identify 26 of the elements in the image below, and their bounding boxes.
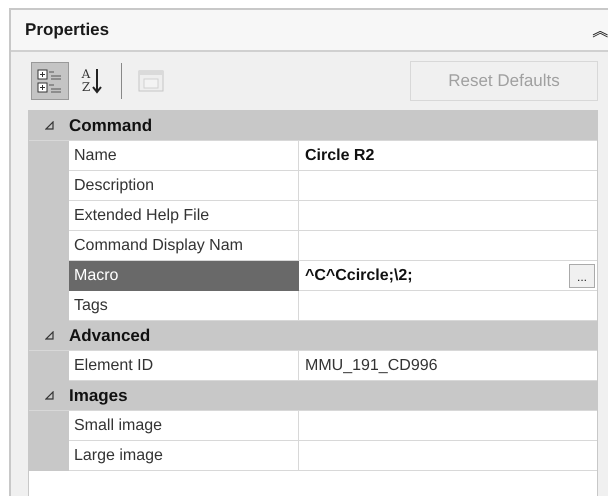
- property-value[interactable]: MMU_191_CD996: [305, 354, 438, 378]
- property-value[interactable]: ^C^Ccircle;\2;: [305, 264, 413, 288]
- category-label: Advanced: [69, 324, 150, 347]
- property-name-cell[interactable]: Element ID: [69, 351, 299, 381]
- expander-icon[interactable]: [42, 391, 56, 400]
- sort-az-button[interactable]: A Z: [73, 62, 111, 100]
- sort-letter: Z: [82, 81, 90, 94]
- category-label: Command: [69, 114, 152, 137]
- browse-button[interactable]: ...: [569, 264, 595, 288]
- expander-icon[interactable]: [42, 331, 56, 340]
- down-arrow-icon: [92, 68, 102, 94]
- collapse-button[interactable]: ︽: [592, 21, 608, 39]
- property-value[interactable]: Circle R2: [305, 144, 374, 168]
- property-name-cell[interactable]: Command Display Nam: [69, 231, 299, 261]
- property-name-cell[interactable]: Macro: [69, 261, 299, 291]
- property-name-cell[interactable]: Name: [69, 141, 299, 171]
- property-name-cell[interactable]: Small image: [69, 411, 299, 441]
- property-name-cell[interactable]: Description: [69, 171, 299, 201]
- category-label: Images: [69, 384, 128, 407]
- panel-title: Properties: [25, 19, 110, 42]
- property-name-cell[interactable]: Extended Help File: [69, 201, 299, 231]
- property-name-cell[interactable]: Large image: [69, 441, 299, 471]
- categorized-view-button[interactable]: [31, 62, 69, 100]
- property-name-cell[interactable]: Tags: [69, 291, 299, 321]
- sort-letter: A: [82, 68, 90, 81]
- expander-icon[interactable]: [42, 121, 56, 130]
